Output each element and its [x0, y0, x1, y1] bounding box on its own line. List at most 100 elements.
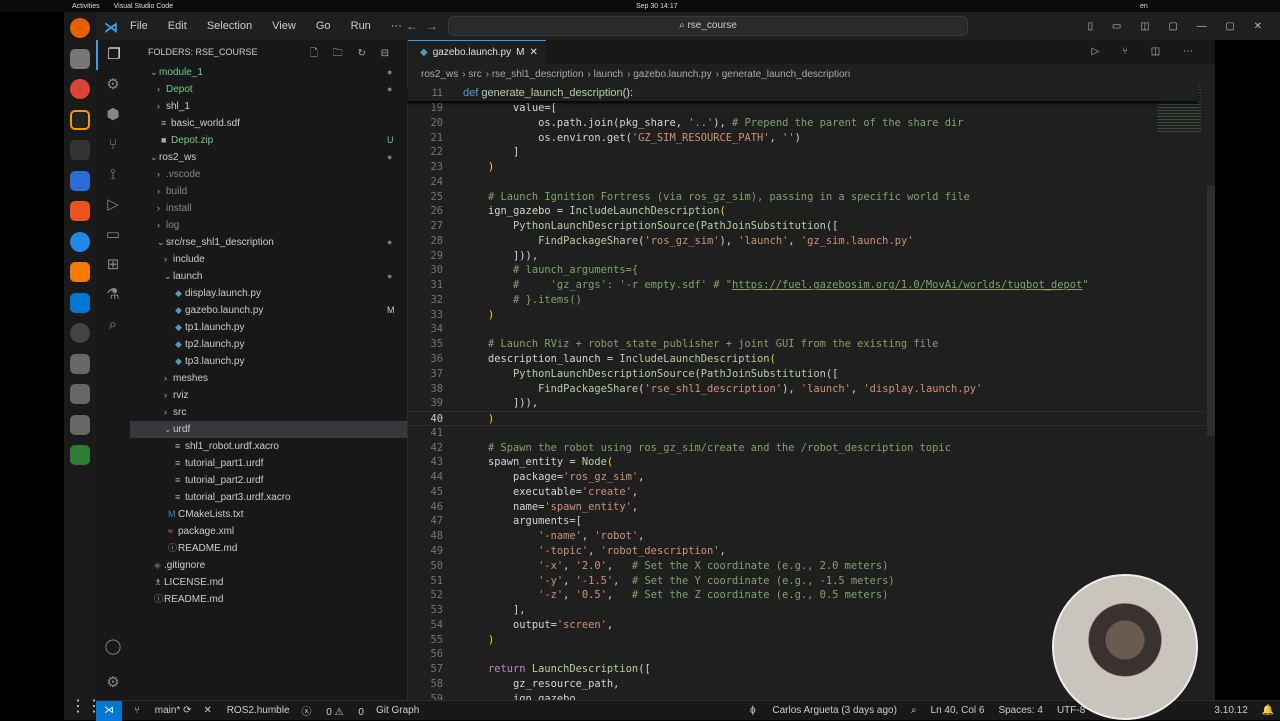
- menu-edit[interactable]: Edit: [168, 20, 187, 32]
- encoding[interactable]: UTF-8: [1057, 705, 1085, 716]
- command-center-search[interactable]: ⌕ rse_course: [448, 16, 968, 36]
- menu-view[interactable]: View: [272, 20, 296, 32]
- tree-item[interactable]: M CMakeLists.txt: [130, 506, 407, 523]
- tree-item[interactable]: › src: [130, 404, 407, 421]
- code-line[interactable]: 28 FindPackageShare('ros_gz_sim'), 'laun…: [408, 234, 1215, 249]
- document-icon[interactable]: [70, 170, 90, 191]
- manage-gear-icon[interactable]: ⚙: [96, 668, 130, 698]
- tree-item[interactable]: ⓘ README.md: [130, 591, 407, 608]
- code-line[interactable]: 41: [408, 426, 1215, 441]
- git-graph-icon[interactable]: ⟟: [96, 160, 130, 190]
- zoom-icon[interactable]: ⌕: [911, 705, 917, 716]
- tree-item[interactable]: ◆ tp3.launch.py: [130, 353, 407, 370]
- git-blame[interactable]: ϕ Carlos Argueta (3 days ago): [750, 705, 897, 716]
- cube-icon[interactable]: ⬢: [96, 100, 130, 130]
- files-icon[interactable]: [70, 48, 90, 69]
- tree-item[interactable]: › meshes: [130, 370, 407, 387]
- tree-item[interactable]: ◆ display.launch.py: [130, 285, 407, 302]
- menu-run[interactable]: Run: [351, 20, 371, 32]
- code-line[interactable]: 21 os.environ.get('GZ_SIM_RESOURCE_PATH'…: [408, 131, 1215, 146]
- trash-icon[interactable]: [70, 445, 90, 465]
- explorer-actions[interactable]: 🗋 🗀 ↻ ⊟: [310, 46, 395, 63]
- code-line[interactable]: 22 ]: [408, 145, 1215, 160]
- menu-go[interactable]: Go: [316, 20, 331, 32]
- breadcrumb-item[interactable]: ros2_ws: [421, 69, 458, 80]
- breadcrumb-item[interactable]: src: [468, 69, 481, 80]
- tree-item[interactable]: ≡ tutorial_part2.urdf: [130, 472, 407, 489]
- remote-indicator[interactable]: ⋊: [96, 700, 122, 721]
- code-line[interactable]: 50 '-x', '2.0', # Set the X coordinate (…: [408, 559, 1215, 574]
- code-line[interactable]: 24: [408, 175, 1215, 190]
- code-line[interactable]: 11 def generate_launch_description():: [408, 86, 1198, 101]
- menu-more[interactable]: ···: [391, 20, 402, 32]
- tree-item[interactable]: ⌄ module_1 ●: [130, 64, 407, 81]
- app-center-icon[interactable]: [70, 201, 90, 221]
- code-line[interactable]: 30 # launch_arguments={: [408, 263, 1215, 278]
- account-icon[interactable]: ◯: [96, 632, 130, 662]
- tree-item[interactable]: › log: [130, 217, 407, 234]
- tree-item[interactable]: ≈ package.xml: [130, 523, 407, 540]
- nav-arrows[interactable]: ←→: [406, 19, 446, 33]
- testing-icon[interactable]: ⚗: [96, 280, 130, 310]
- notifications-bell-icon[interactable]: 🔔: [1262, 705, 1274, 716]
- tab-gazebo-launch-py[interactable]: ◆ gazebo.launch.py M ✕: [408, 40, 546, 64]
- run-debug-icon[interactable]: ▷: [96, 190, 130, 220]
- menu-selection[interactable]: Selection: [207, 20, 252, 32]
- tree-item[interactable]: ◆ gazebo.launch.py M: [130, 302, 407, 319]
- code-line[interactable]: 42 # Spawn the robot using ros_gz_sim/cr…: [408, 441, 1215, 456]
- tree-item[interactable]: ◈ .gitignore: [130, 557, 407, 574]
- tree-item[interactable]: ♗ LICENSE.md: [130, 574, 407, 591]
- code-line[interactable]: 37 PythonLaunchDescriptionSource(PathJoi…: [408, 367, 1215, 382]
- code-line[interactable]: 34: [408, 322, 1215, 337]
- code-line[interactable]: 25 # Launch Ignition Fortress (via ros_g…: [408, 190, 1215, 205]
- tree-item[interactable]: ■ Depot.zip U: [130, 132, 407, 149]
- terminal-icon[interactable]: [70, 140, 90, 160]
- chrome-icon[interactable]: [70, 79, 90, 99]
- tree-item[interactable]: ⓘ README.md: [130, 540, 407, 557]
- tree-item[interactable]: › Depot ●: [130, 81, 407, 98]
- problems-indicator[interactable]: ⓧ 0 ⚠ 0: [302, 703, 364, 718]
- breadcrumb-item[interactable]: rse_shl1_description: [492, 69, 584, 80]
- firefox-icon[interactable]: [70, 18, 90, 38]
- ros-icon[interactable]: [70, 323, 90, 343]
- sublime-icon[interactable]: [70, 262, 90, 282]
- extensions-icon[interactable]: ⊞: [96, 250, 130, 280]
- code-line[interactable]: 32 # }.items(): [408, 293, 1215, 308]
- obs-icon[interactable]: [70, 109, 90, 130]
- code-line[interactable]: 31 # 'gz_args': '-r empty.sdf' # "https:…: [408, 278, 1215, 293]
- source-control-icon[interactable]: ⑂: [96, 130, 130, 160]
- editor-actions[interactable]: ▷ ⑂ ◫ ⋯: [1092, 46, 1203, 57]
- code-line[interactable]: 27 PythonLaunchDescriptionSource(PathJoi…: [408, 219, 1215, 234]
- code-line[interactable]: 20 os.path.join(pkg_share, '..'), # Prep…: [408, 116, 1215, 131]
- close-tab-icon[interactable]: ✕: [529, 47, 537, 58]
- tree-item[interactable]: › shl_1: [130, 98, 407, 115]
- code-line[interactable]: 40 ): [408, 411, 1215, 426]
- code-line[interactable]: 23 ): [408, 160, 1215, 175]
- code-line[interactable]: 33 ): [408, 308, 1215, 323]
- tree-item[interactable]: ≡ basic_world.sdf: [130, 115, 407, 132]
- tree-item[interactable]: ⌄ urdf: [130, 421, 407, 438]
- code-line[interactable]: 26 ign_gazebo = IncludeLaunchDescription…: [408, 204, 1215, 219]
- git-graph-button[interactable]: Git Graph: [376, 705, 419, 716]
- breadcrumb-item[interactable]: gazebo.launch.py: [633, 69, 711, 80]
- tree-item[interactable]: ≡ tutorial_part3.urdf.xacro: [130, 489, 407, 506]
- code-line[interactable]: 39 ])),: [408, 396, 1215, 411]
- branch-indicator[interactable]: ⑂ main* ⟳: [134, 705, 192, 716]
- python-version[interactable]: 3.10.12: [1214, 705, 1247, 716]
- drive-icon[interactable]: [70, 384, 90, 404]
- breadcrumb-item[interactable]: launch: [594, 69, 623, 80]
- tree-item[interactable]: ≡ tutorial_part1.urdf: [130, 455, 407, 472]
- code-line[interactable]: 45 executable='create',: [408, 485, 1215, 500]
- ros-env[interactable]: ✕ ROS2.humble: [204, 705, 290, 716]
- drive-icon[interactable]: [70, 353, 90, 374]
- help-icon[interactable]: [70, 231, 90, 252]
- tree-item[interactable]: ≡ shl1_robot.urdf.xacro: [130, 438, 407, 455]
- code-line[interactable]: 49 '-topic', 'robot_description',: [408, 544, 1215, 559]
- code-line[interactable]: 44 package='ros_gz_sim',: [408, 470, 1215, 485]
- code-line[interactable]: 47 arguments=[: [408, 514, 1215, 529]
- activities-button[interactable]: Activities: [72, 3, 100, 10]
- language-indicator[interactable]: en: [1140, 3, 1148, 10]
- code-line[interactable]: 46 name='spawn_entity',: [408, 500, 1215, 515]
- code-line[interactable]: 19 value=[: [408, 101, 1215, 116]
- tree-item[interactable]: › install: [130, 200, 407, 217]
